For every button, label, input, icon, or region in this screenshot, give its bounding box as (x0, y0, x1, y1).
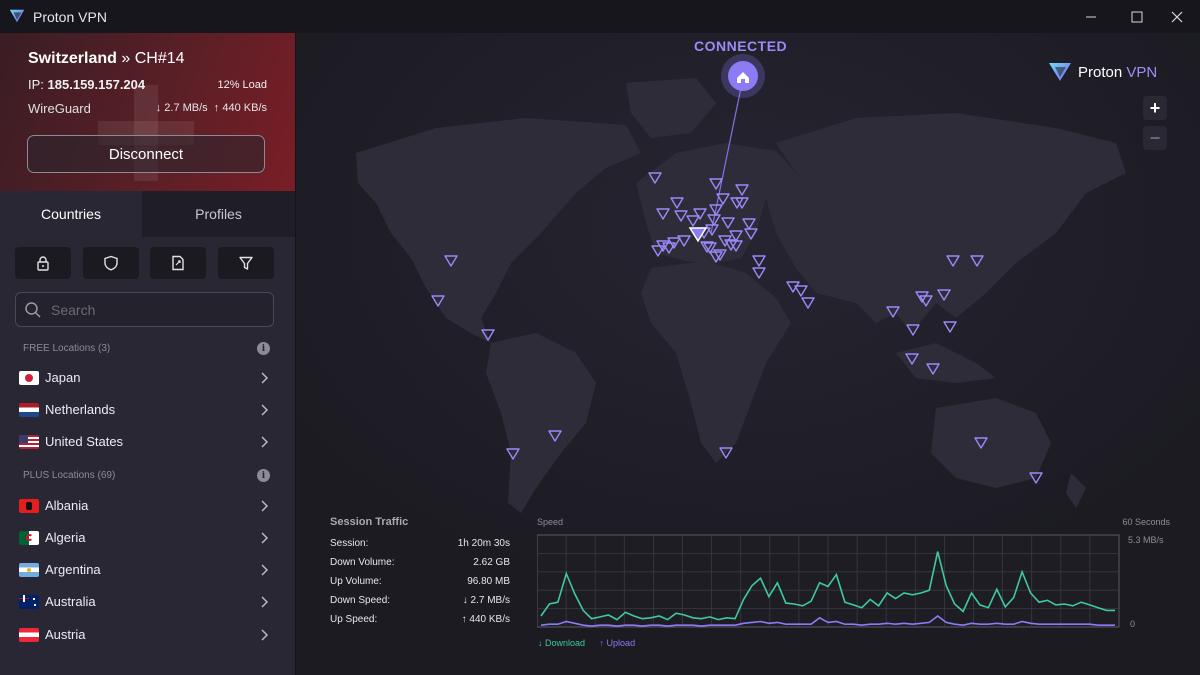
protocol-label: WireGuard (28, 101, 91, 116)
connection-card: Switzerland » CH#14 IP: 185.159.157.204 … (0, 33, 295, 191)
connection-status: CONNECTED (694, 38, 788, 54)
connection-speeds: ↓ 2.7 MB/s ↑ 440 KB/s (155, 102, 267, 114)
search-box (15, 292, 274, 327)
search-icon (25, 302, 41, 318)
speed-graph-canvas (537, 534, 1120, 628)
chevron-right-icon (261, 532, 269, 544)
ip-address: IP: 185.159.157.204 (28, 77, 146, 92)
secure-core-filter-button[interactable] (15, 247, 71, 279)
australia-flag-icon (19, 595, 39, 609)
austria-flag-icon (19, 628, 39, 642)
proton-vpn-logo-icon (9, 9, 25, 23)
free-locations-info-icon[interactable]: i (257, 342, 270, 355)
graph-speed-label: Speed (537, 517, 564, 527)
traffic-row-down-speed: Down Speed: ↓ 2.7 MB/s (330, 595, 510, 606)
free-locations-header: FREE Locations (3) (23, 343, 111, 354)
country-item-algeria[interactable]: Algeria (0, 523, 295, 555)
proton-vpn-logo-icon (1049, 63, 1071, 81)
traffic-row-down-volume: Down Volume: 2.62 GB (330, 557, 510, 568)
minimize-button[interactable] (1068, 0, 1114, 33)
traffic-row-session: Session: 1h 20m 30s (330, 538, 510, 549)
connected-country: Switzerland » CH#14 (28, 50, 185, 67)
plus-locations-info-icon[interactable]: i (257, 469, 270, 482)
window-title: Proton VPN (33, 9, 107, 25)
brand-logo: Proton VPN (1048, 61, 1157, 83)
sidebar: Switzerland » CH#14 IP: 185.159.157.204 … (0, 33, 296, 675)
lock-icon (37, 256, 49, 271)
maximize-icon (1131, 11, 1143, 22)
legend-download: ↓ Download (538, 638, 586, 648)
chevron-right-icon (261, 500, 269, 512)
country-item-netherlands[interactable]: Netherlands (0, 395, 295, 427)
speed-graph: Speed 60 Seconds 5.3 MB/s 0 ↓ Download ↑… (536, 516, 1176, 656)
country-item-japan[interactable]: Japan (0, 363, 295, 395)
japan-flag-icon (19, 371, 39, 385)
traffic-row-up-speed: Up Speed: ↑ 440 KB/s (330, 614, 510, 625)
zoom-out-button[interactable]: − (1143, 126, 1167, 150)
p2p-filter-button[interactable] (150, 247, 206, 279)
country-item-albania[interactable]: Albania (0, 491, 295, 523)
albania-flag-icon (19, 499, 39, 513)
zoom-in-button[interactable]: + (1143, 96, 1167, 120)
country-item-united-states[interactable]: United States (0, 427, 295, 459)
argentina-flag-icon (19, 563, 39, 577)
filter-icon (239, 256, 253, 270)
algeria-flag-icon (19, 531, 39, 545)
close-icon (1171, 11, 1183, 22)
chevron-right-icon (261, 436, 269, 448)
session-traffic-title: Session Traffic (330, 516, 409, 528)
shield-icon (104, 255, 118, 271)
chevron-right-icon (261, 629, 269, 641)
tab-countries[interactable]: Countries (0, 191, 142, 237)
united-states-flag-icon (19, 435, 39, 449)
brand-name: Proton VPN (1078, 63, 1158, 81)
netshield-filter-button[interactable] (83, 247, 139, 279)
session-traffic-panel: Session Traffic Session: 1h 20m 30s Down … (330, 516, 510, 633)
country-item-australia[interactable]: Australia (0, 587, 295, 619)
chevron-right-icon (261, 564, 269, 576)
tab-bar: Countries Profiles (0, 191, 295, 237)
arrow-down-icon: ↓ (155, 102, 162, 114)
connected-server: CH#14 (134, 50, 185, 67)
legend-upload: ↑ Upload (599, 638, 636, 648)
country-item-austria[interactable]: Austria (0, 620, 295, 652)
country-item-argentina[interactable]: Argentina (0, 555, 295, 587)
chevron-right-icon (261, 372, 269, 384)
tab-profiles[interactable]: Profiles (142, 191, 295, 237)
graph-legend: ↓ Download ↑ Upload (538, 638, 647, 648)
close-button[interactable] (1154, 0, 1200, 33)
feature-filters (15, 247, 275, 279)
plus-locations-header: PLUS Locations (69) (23, 470, 116, 481)
search-input[interactable] (51, 293, 261, 326)
title-bar: Proton VPN (0, 0, 1200, 33)
traffic-row-up-volume: Up Volume: 96.80 MB (330, 576, 510, 587)
graph-max-label: 5.3 MB/s (1128, 535, 1164, 545)
world-map: CONNECTED Proton VPN + − Session Traffic… (296, 33, 1200, 675)
document-p2p-icon (172, 255, 184, 271)
chevron-right-icon (261, 596, 269, 608)
minimize-icon (1086, 16, 1096, 17)
graph-window-label: 60 Seconds (1122, 517, 1170, 527)
arrow-up-icon: ↑ (213, 102, 220, 114)
filter-button[interactable] (218, 247, 274, 279)
disconnect-button[interactable]: Disconnect (27, 135, 265, 173)
server-load: 12% Load (217, 79, 267, 91)
graph-zero-label: 0 (1130, 619, 1136, 629)
netherlands-flag-icon (19, 403, 39, 417)
chevron-right-icon (261, 404, 269, 416)
